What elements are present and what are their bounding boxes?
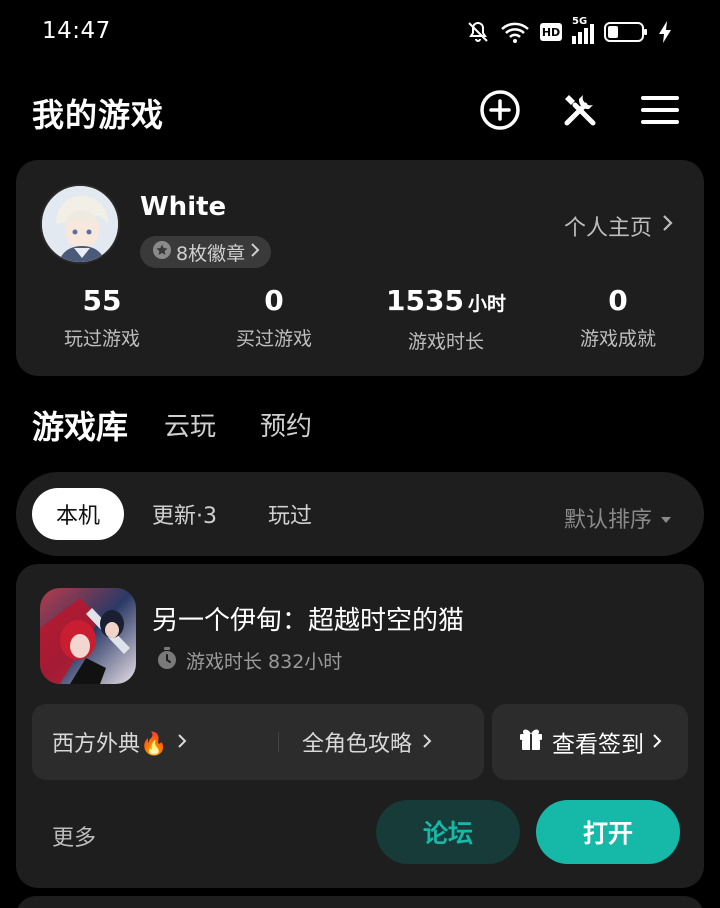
guide-panel: 西方外典🔥 全角色攻略 — [32, 704, 484, 780]
chevron-right-icon — [662, 213, 674, 239]
status-time: 14:47 — [42, 18, 111, 44]
game-title[interactable]: 另一个伊甸：超越时空的猫 — [152, 600, 464, 637]
stat-label: 玩过游戏 — [63, 328, 140, 350]
mute-icon — [466, 20, 490, 44]
add-game-button[interactable] — [478, 90, 522, 134]
next-game-card — [16, 896, 704, 908]
checkin-label: 查看签到 — [552, 732, 644, 758]
caret-down-icon — [660, 506, 672, 531]
5g-signal-icon: 5G — [572, 16, 594, 44]
game-card: 另一个伊甸：超越时空的猫 游戏时长 832小时 西方外典🔥 全角色攻略 查看签到 — [16, 564, 704, 888]
more-button[interactable]: 更多 — [52, 820, 96, 852]
chevron-right-icon — [177, 730, 187, 755]
stat-achievements[interactable]: 0 游戏成就 — [532, 284, 704, 351]
filter-bar: 本机 更新·3 玩过 默认排序 — [16, 472, 704, 556]
chevron-right-icon — [422, 730, 432, 755]
guide-right-label: 全角色攻略 — [302, 732, 413, 757]
stat-play-time[interactable]: 1535 小时 游戏时长 — [360, 284, 532, 354]
username[interactable]: White — [140, 192, 226, 222]
chevron-right-icon — [249, 241, 261, 263]
status-bar: 14:47 HD 5G — [0, 0, 720, 64]
open-button[interactable]: 打开 — [536, 800, 680, 864]
profile-card: White 8枚徽章 个人主页 55 玩过游戏 0 买过游戏 1535 小时 游戏… — [16, 160, 704, 376]
stat-label: 游戏成就 — [579, 328, 656, 350]
forum-button[interactable]: 论坛 — [376, 800, 520, 864]
badges-button[interactable]: 8枚徽章 — [140, 236, 272, 268]
stat-value: 0 — [264, 284, 284, 317]
tools-icon — [559, 89, 601, 135]
stat-bought-games[interactable]: 0 买过游戏 — [188, 284, 360, 351]
stat-played-games[interactable]: 55 玩过游戏 — [16, 284, 188, 351]
stat-value: 55 — [82, 284, 122, 317]
stat-unit: 小时 — [467, 293, 506, 315]
checkin-button[interactable]: 查看签到 — [492, 704, 688, 780]
avatar[interactable] — [40, 184, 120, 264]
stat-value: 0 — [608, 284, 628, 317]
guide-left-label: 西方外典🔥 — [52, 732, 168, 757]
menu-button[interactable] — [638, 90, 682, 134]
gift-icon — [518, 726, 544, 758]
sort-dropdown[interactable]: 默认排序 — [564, 502, 672, 534]
playtime-text: 游戏时长 832小时 — [186, 651, 343, 673]
menu-icon — [640, 90, 680, 134]
chevron-right-icon — [652, 729, 662, 755]
stat-label: 买过游戏 — [235, 328, 312, 350]
stopwatch-icon — [156, 646, 178, 675]
badges-label: 8枚徽章 — [176, 242, 246, 265]
filter-updates[interactable]: 更新·3 — [128, 488, 241, 540]
homepage-label: 个人主页 — [563, 216, 652, 241]
filter-played[interactable]: 玩过 — [244, 488, 336, 540]
guide-link-characters[interactable]: 全角色攻略 — [302, 726, 432, 758]
divider — [278, 732, 279, 752]
wifi-icon — [500, 20, 530, 44]
tab-reservations[interactable]: 预约 — [260, 406, 312, 443]
add-circle-icon — [479, 89, 521, 135]
stat-value: 1535 — [386, 284, 464, 317]
tab-cloud-play[interactable]: 云玩 — [164, 406, 216, 443]
page-title: 我的游戏 — [32, 96, 165, 134]
hd-icon: HD — [540, 23, 562, 41]
filter-local[interactable]: 本机 — [32, 488, 125, 540]
status-icons: HD 5G — [466, 16, 672, 46]
game-playtime: 游戏时长 832小时 — [156, 646, 342, 675]
tools-button[interactable] — [558, 90, 602, 134]
charging-icon — [658, 20, 672, 44]
tab-library[interactable]: 游戏库 — [32, 402, 128, 448]
guide-link-west[interactable]: 西方外典🔥 — [52, 726, 187, 758]
medal-icon — [152, 240, 172, 265]
homepage-link[interactable]: 个人主页 — [564, 210, 674, 242]
game-icon[interactable] — [40, 588, 136, 684]
battery-icon — [604, 20, 648, 44]
stat-label: 游戏时长 — [407, 331, 484, 353]
network-label: 5G — [572, 16, 588, 27]
sort-label: 默认排序 — [563, 508, 652, 533]
